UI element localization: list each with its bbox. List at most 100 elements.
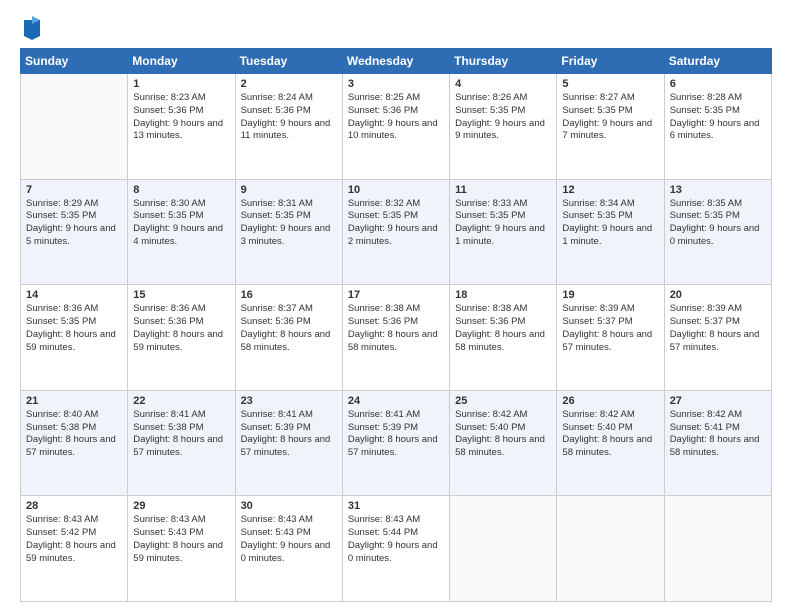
calendar-cell: 30 Sunrise: 8:43 AM Sunset: 5:43 PM Dayli… [235, 496, 342, 602]
day-number: 11 [455, 184, 551, 196]
calendar-cell: 7 Sunrise: 8:29 AM Sunset: 5:35 PM Daylig… [21, 179, 128, 285]
calendar-header-wednesday: Wednesday [342, 49, 449, 74]
calendar-week-row: 28Sunrise: 8:43 AM Sunset: 5:42 PM Dayli… [21, 496, 772, 602]
day-number: 3 [348, 78, 444, 90]
day-info: Sunrise: 8:25 AM Sunset: 5:36 PM Dayligh… [348, 92, 444, 143]
day-number: 8 [133, 184, 229, 196]
calendar-cell [21, 74, 128, 180]
day-number: 10 [348, 184, 444, 196]
calendar-cell: 12 Sunrise: 8:34 AM Sunset: 5:35 PM Dayli… [557, 179, 664, 285]
day-info: Sunrise: 8:42 AM Sunset: 5:40 PM Dayligh… [562, 409, 658, 460]
day-info: Sunrise: 8:31 AM Sunset: 5:35 PM Dayligh… [241, 198, 337, 249]
calendar-header-saturday: Saturday [664, 49, 771, 74]
day-number: 20 [670, 289, 766, 301]
day-info: Sunrise: 8:43 AM Sunset: 5:43 PM Dayligh… [133, 514, 229, 565]
calendar-week-row: 7 Sunrise: 8:29 AM Sunset: 5:35 PM Daylig… [21, 179, 772, 285]
calendar-cell: 26Sunrise: 8:42 AM Sunset: 5:40 PM Dayli… [557, 390, 664, 496]
day-info: Sunrise: 8:43 AM Sunset: 5:44 PM Dayligh… [348, 514, 444, 565]
calendar-header-friday: Friday [557, 49, 664, 74]
logo [20, 16, 42, 40]
day-info: Sunrise: 8:28 AM Sunset: 5:35 PM Dayligh… [670, 92, 766, 143]
day-info: Sunrise: 8:33 AM Sunset: 5:35 PM Dayligh… [455, 198, 551, 249]
calendar-cell: 28Sunrise: 8:43 AM Sunset: 5:42 PM Dayli… [21, 496, 128, 602]
calendar-cell: 11 Sunrise: 8:33 AM Sunset: 5:35 PM Dayli… [450, 179, 557, 285]
calendar-cell: 10 Sunrise: 8:32 AM Sunset: 5:35 PM Dayli… [342, 179, 449, 285]
day-number: 2 [241, 78, 337, 90]
calendar-cell: 1 Sunrise: 8:23 AM Sunset: 5:36 PM Daylig… [128, 74, 235, 180]
day-number: 19 [562, 289, 658, 301]
day-number: 25 [455, 395, 551, 407]
day-info: Sunrise: 8:43 AM Sunset: 5:43 PM Dayligh… [241, 514, 337, 565]
calendar-cell: 20 Sunrise: 8:39 AM Sunset: 5:37 PM Dayli… [664, 285, 771, 391]
calendar-cell: 16Sunrise: 8:37 AM Sunset: 5:36 PM Dayli… [235, 285, 342, 391]
calendar-cell: 18 Sunrise: 8:38 AM Sunset: 5:36 PM Dayli… [450, 285, 557, 391]
day-info: Sunrise: 8:34 AM Sunset: 5:35 PM Dayligh… [562, 198, 658, 249]
day-info: Sunrise: 8:41 AM Sunset: 5:38 PM Dayligh… [133, 409, 229, 460]
calendar-cell: 25 Sunrise: 8:42 AM Sunset: 5:40 PM Dayli… [450, 390, 557, 496]
day-info: Sunrise: 8:23 AM Sunset: 5:36 PM Dayligh… [133, 92, 229, 143]
day-info: Sunrise: 8:39 AM Sunset: 5:37 PM Dayligh… [562, 303, 658, 354]
calendar-cell: 14Sunrise: 8:36 AM Sunset: 5:35 PM Dayli… [21, 285, 128, 391]
calendar-cell: 17 Sunrise: 8:38 AM Sunset: 5:36 PM Dayli… [342, 285, 449, 391]
day-info: Sunrise: 8:42 AM Sunset: 5:40 PM Dayligh… [455, 409, 551, 460]
calendar-cell: 24 Sunrise: 8:41 AM Sunset: 5:39 PM Dayli… [342, 390, 449, 496]
day-number: 4 [455, 78, 551, 90]
day-number: 9 [241, 184, 337, 196]
day-number: 6 [670, 78, 766, 90]
day-info: Sunrise: 8:27 AM Sunset: 5:35 PM Dayligh… [562, 92, 658, 143]
calendar-cell: 27Sunrise: 8:42 AM Sunset: 5:41 PM Dayli… [664, 390, 771, 496]
day-info: Sunrise: 8:43 AM Sunset: 5:42 PM Dayligh… [26, 514, 122, 565]
page: SundayMondayTuesdayWednesdayThursdayFrid… [0, 0, 792, 612]
calendar-header-monday: Monday [128, 49, 235, 74]
calendar-cell: 19 Sunrise: 8:39 AM Sunset: 5:37 PM Dayli… [557, 285, 664, 391]
calendar-cell: 2Sunrise: 8:24 AM Sunset: 5:36 PM Daylig… [235, 74, 342, 180]
day-info: Sunrise: 8:29 AM Sunset: 5:35 PM Dayligh… [26, 198, 122, 249]
day-info: Sunrise: 8:35 AM Sunset: 5:35 PM Dayligh… [670, 198, 766, 249]
day-info: Sunrise: 8:38 AM Sunset: 5:36 PM Dayligh… [455, 303, 551, 354]
day-number: 23 [241, 395, 337, 407]
calendar-header-row: SundayMondayTuesdayWednesdayThursdayFrid… [21, 49, 772, 74]
day-info: Sunrise: 8:26 AM Sunset: 5:35 PM Dayligh… [455, 92, 551, 143]
day-number: 24 [348, 395, 444, 407]
calendar-cell: 3 Sunrise: 8:25 AM Sunset: 5:36 PM Daylig… [342, 74, 449, 180]
calendar-cell: 8 Sunrise: 8:30 AM Sunset: 5:35 PM Daylig… [128, 179, 235, 285]
day-number: 18 [455, 289, 551, 301]
day-info: Sunrise: 8:42 AM Sunset: 5:41 PM Dayligh… [670, 409, 766, 460]
calendar-cell: 21 Sunrise: 8:40 AM Sunset: 5:38 PM Dayli… [21, 390, 128, 496]
day-number: 7 [26, 184, 122, 196]
day-info: Sunrise: 8:32 AM Sunset: 5:35 PM Dayligh… [348, 198, 444, 249]
day-info: Sunrise: 8:40 AM Sunset: 5:38 PM Dayligh… [26, 409, 122, 460]
day-number: 31 [348, 500, 444, 512]
calendar-cell: 22Sunrise: 8:41 AM Sunset: 5:38 PM Dayli… [128, 390, 235, 496]
calendar-week-row: 1 Sunrise: 8:23 AM Sunset: 5:36 PM Daylig… [21, 74, 772, 180]
day-info: Sunrise: 8:41 AM Sunset: 5:39 PM Dayligh… [348, 409, 444, 460]
day-number: 21 [26, 395, 122, 407]
day-info: Sunrise: 8:38 AM Sunset: 5:36 PM Dayligh… [348, 303, 444, 354]
calendar-cell: 15 Sunrise: 8:36 AM Sunset: 5:36 PM Dayli… [128, 285, 235, 391]
day-number: 12 [562, 184, 658, 196]
day-info: Sunrise: 8:39 AM Sunset: 5:37 PM Dayligh… [670, 303, 766, 354]
calendar-cell: 23Sunrise: 8:41 AM Sunset: 5:39 PM Dayli… [235, 390, 342, 496]
day-number: 15 [133, 289, 229, 301]
day-number: 17 [348, 289, 444, 301]
calendar-cell [450, 496, 557, 602]
header [20, 16, 772, 40]
calendar-header-thursday: Thursday [450, 49, 557, 74]
day-number: 1 [133, 78, 229, 90]
day-number: 13 [670, 184, 766, 196]
logo-icon [22, 16, 42, 40]
day-info: Sunrise: 8:30 AM Sunset: 5:35 PM Dayligh… [133, 198, 229, 249]
calendar-week-row: 21 Sunrise: 8:40 AM Sunset: 5:38 PM Dayli… [21, 390, 772, 496]
day-number: 29 [133, 500, 229, 512]
day-number: 16 [241, 289, 337, 301]
calendar-cell: 6 Sunrise: 8:28 AM Sunset: 5:35 PM Daylig… [664, 74, 771, 180]
calendar-week-row: 14Sunrise: 8:36 AM Sunset: 5:35 PM Dayli… [21, 285, 772, 391]
calendar-cell: 13 Sunrise: 8:35 AM Sunset: 5:35 PM Dayli… [664, 179, 771, 285]
day-number: 30 [241, 500, 337, 512]
day-info: Sunrise: 8:36 AM Sunset: 5:36 PM Dayligh… [133, 303, 229, 354]
calendar-cell: 31 Sunrise: 8:43 AM Sunset: 5:44 PM Dayli… [342, 496, 449, 602]
calendar-table: SundayMondayTuesdayWednesdayThursdayFrid… [20, 48, 772, 602]
calendar-cell [557, 496, 664, 602]
calendar-header-tuesday: Tuesday [235, 49, 342, 74]
calendar-cell [664, 496, 771, 602]
